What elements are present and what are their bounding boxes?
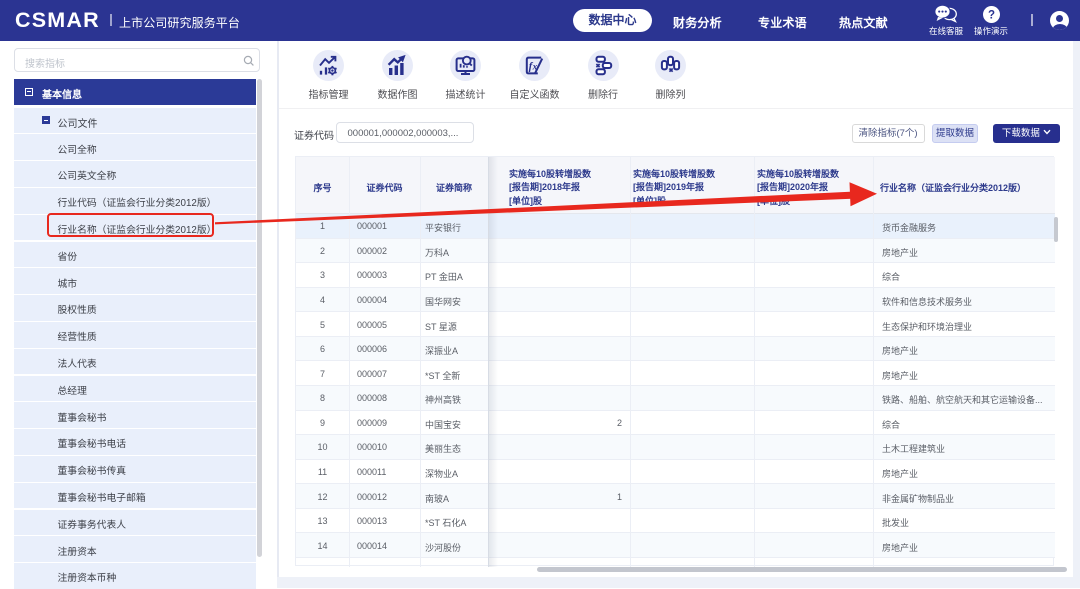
svg-text:?: ?: [988, 10, 995, 22]
